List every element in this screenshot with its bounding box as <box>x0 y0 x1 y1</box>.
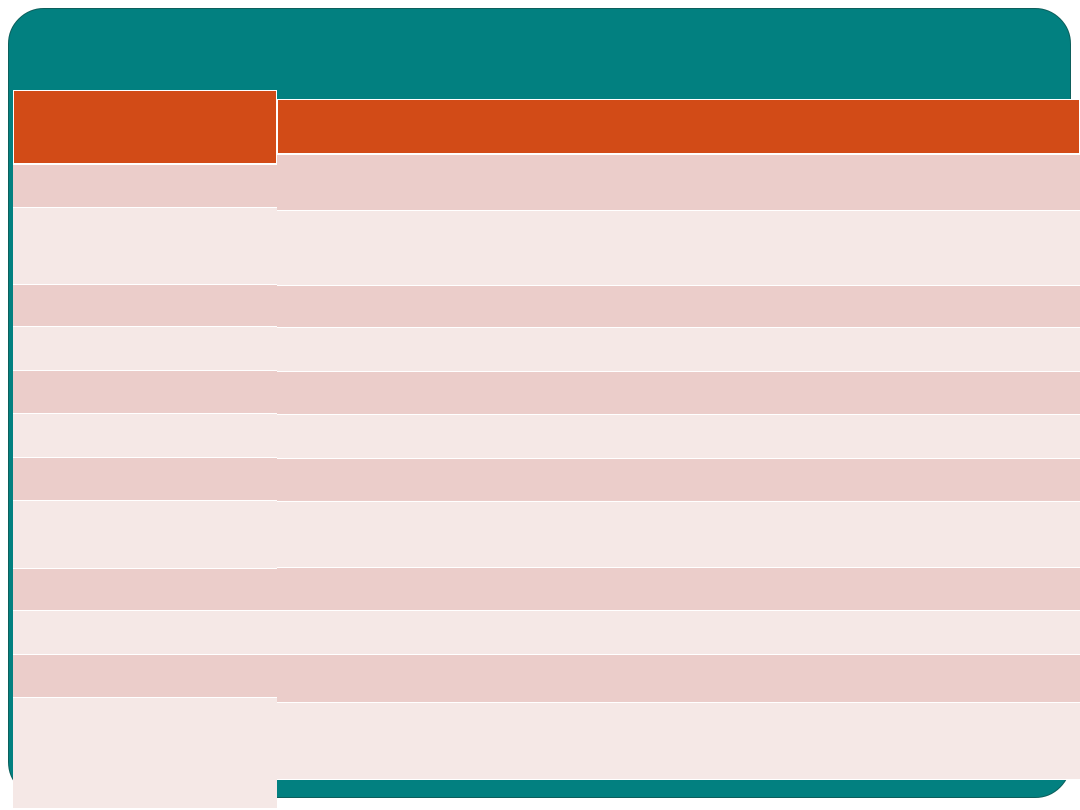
left-table-header <box>13 90 277 165</box>
table-right-row <box>277 568 1080 611</box>
table-right-row <box>277 703 1080 780</box>
table-left-row <box>13 371 277 414</box>
table-right-row <box>277 372 1080 415</box>
right-table <box>277 99 1080 780</box>
table-left-row <box>13 611 277 655</box>
table-left-row <box>13 501 277 569</box>
table-left-row <box>13 165 277 208</box>
table-right-row <box>277 502 1080 568</box>
table-left-row <box>13 458 277 501</box>
table-left-row <box>13 414 277 458</box>
table-left-row <box>13 208 277 285</box>
left-table <box>13 90 277 809</box>
table-right-row <box>277 611 1080 655</box>
table-right-row <box>277 459 1080 502</box>
right-table-header <box>277 99 1080 155</box>
table-right-row <box>277 328 1080 372</box>
table-right-row <box>277 655 1080 703</box>
table-right-row <box>277 286 1080 328</box>
right-table-body <box>277 155 1080 780</box>
table-right-row <box>277 155 1080 211</box>
table-left-row <box>13 285 277 327</box>
table-left-row <box>13 327 277 371</box>
left-table-body <box>13 165 277 809</box>
table-right-row <box>277 211 1080 286</box>
table-left-row <box>13 655 277 698</box>
table-right-row <box>277 415 1080 459</box>
table-left-row <box>13 569 277 611</box>
table-left-row <box>13 698 277 809</box>
